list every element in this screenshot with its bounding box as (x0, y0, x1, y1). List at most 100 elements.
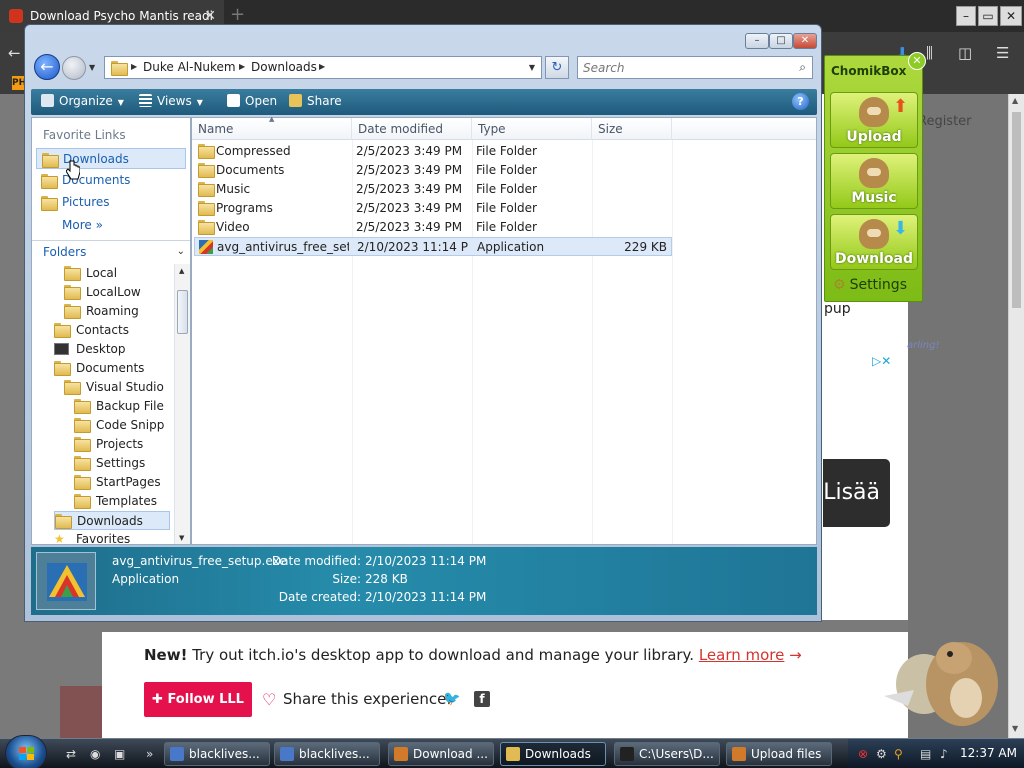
explorer-close-button[interactable]: ✕ (793, 33, 817, 49)
column-date-modified[interactable]: Date modified (352, 118, 472, 140)
explorer-minimize-button[interactable]: – (745, 33, 769, 49)
taskbar-button[interactable]: Upload files (726, 742, 832, 766)
network-icon[interactable]: ▤ (920, 747, 931, 761)
taskbar-button[interactable]: Download ... (388, 742, 494, 766)
organize-button[interactable]: Organize ▼ (41, 94, 124, 108)
tree-node[interactable]: Documents (54, 359, 170, 378)
sidebar-icon[interactable]: ◫ (958, 44, 972, 62)
search-icon[interactable]: ⌕ (799, 60, 806, 75)
chevron-right-icon[interactable]: ▶ (239, 62, 245, 71)
ad-choices-icon[interactable]: ▷✕ (872, 354, 891, 368)
tree-node[interactable]: Local (64, 264, 170, 283)
learn-more-link[interactable]: Learn more (699, 646, 785, 664)
partial-link[interactable]: arling! (907, 340, 940, 351)
tree-node[interactable]: Backup File (74, 397, 170, 416)
browser-maximize-button[interactable]: ▭ (978, 6, 998, 26)
tree-node[interactable]: StartPages (74, 473, 170, 492)
tree-node[interactable]: Contacts (54, 321, 170, 340)
start-button[interactable] (5, 735, 47, 768)
library-icon[interactable]: ⫼ (926, 44, 933, 62)
search-icon[interactable]: ⚲ (894, 747, 903, 761)
clock[interactable]: 12:37 AM (960, 746, 1017, 760)
favorite-documents[interactable]: Documents (36, 170, 186, 191)
scroll-up-icon[interactable]: ▲ (1012, 96, 1018, 105)
search-input[interactable]: Search ⌕ (577, 56, 813, 79)
register-link[interactable]: Register (918, 114, 973, 132)
tree-node[interactable]: Code Snipp (74, 416, 170, 435)
browser-close-button[interactable]: ✕ (1000, 6, 1022, 26)
tree-scroll-thumb[interactable] (177, 290, 188, 334)
refresh-icon[interactable]: ↻ (545, 56, 569, 79)
facebook-icon[interactable]: f (474, 691, 490, 707)
back-arrow-icon[interactable]: ← (34, 54, 60, 80)
tree-node[interactable]: ★ Favorites (54, 530, 170, 546)
scroll-thumb[interactable] (1012, 112, 1021, 308)
help-icon[interactable]: ? (792, 93, 809, 110)
favorite-downloads[interactable]: Downloads (36, 148, 186, 169)
file-row[interactable]: Documents 2/5/2023 3:49 PM File Folder (194, 161, 672, 180)
chomikbox-close-icon[interactable]: ✕ (908, 52, 926, 70)
chomik-upload-button[interactable]: ⬆ Upload (830, 92, 918, 148)
scroll-down-icon[interactable]: ▼ (1012, 724, 1018, 733)
chevron-right-icon[interactable]: ▶ (319, 62, 325, 71)
volume-icon[interactable]: ♪ (940, 747, 948, 761)
address-bar[interactable]: ▶ Duke Al-Nukem ▶ Downloads ▶ ▼ (104, 56, 542, 79)
chomik-music-button[interactable]: Music (830, 153, 918, 209)
chevron-down-icon[interactable]: ⌄ (177, 241, 185, 263)
column-name[interactable]: Name (192, 118, 352, 140)
column-type[interactable]: Type (472, 118, 592, 140)
explorer-maximize-button[interactable]: □ (769, 33, 793, 49)
twitter-icon[interactable]: 🐦 (443, 691, 460, 707)
browser-back-icon[interactable]: ← (8, 44, 21, 62)
more-links-button[interactable]: More » (62, 218, 103, 232)
show-desktop-icon[interactable]: ▣ (114, 747, 125, 761)
file-row[interactable]: Programs 2/5/2023 3:49 PM File Folder (194, 199, 672, 218)
tree-node[interactable]: Roaming (64, 302, 170, 321)
views-button[interactable]: Views ▼ (139, 94, 203, 108)
scroll-up-icon[interactable]: ▲ (179, 267, 184, 275)
address-dropdown-icon[interactable]: ▼ (529, 63, 535, 72)
tray-icon[interactable]: ⚙ (876, 747, 887, 761)
history-dropdown-icon[interactable]: ▼ (89, 63, 95, 72)
tree-scrollbar[interactable]: ▲ ▼ (174, 264, 190, 544)
ad-more-button[interactable]: Lisää (823, 459, 890, 527)
share-button[interactable]: Share (289, 94, 342, 108)
quicklaunch-more-icon[interactable]: » (146, 747, 153, 761)
browser-minimize-button[interactable]: – (956, 6, 976, 26)
tree-node[interactable]: Templates (74, 492, 170, 511)
file-row[interactable]: Music 2/5/2023 3:49 PM File Folder (194, 180, 672, 199)
share-icon (289, 94, 302, 107)
quicklaunch-icon[interactable]: ◉ (90, 747, 100, 761)
scroll-down-icon[interactable]: ▼ (179, 534, 184, 542)
forward-arrow-icon[interactable] (62, 56, 86, 80)
menu-icon[interactable]: ☰ (996, 44, 1009, 62)
open-button[interactable]: Open (227, 94, 277, 108)
tree-node[interactable]: Settings (74, 454, 170, 473)
page-scrollbar[interactable]: ▲ ▼ (1008, 94, 1024, 740)
chomik-settings-button[interactable]: ⚙ Settings (833, 277, 907, 293)
breadcrumb-user[interactable]: Duke Al-Nukem (143, 60, 236, 74)
tree-node[interactable]: Downloads (54, 511, 170, 530)
folders-heading[interactable]: Folders ⌄ (32, 240, 190, 262)
file-row[interactable]: Compressed 2/5/2023 3:49 PM File Folder (194, 142, 672, 161)
quicklaunch-icon[interactable]: ⇄ (66, 747, 76, 761)
security-alert-icon[interactable]: ⊗ (858, 747, 868, 761)
follow-button[interactable]: ✚ Follow LLL (144, 682, 252, 717)
taskbar-button[interactable]: C:\Users\D... (614, 742, 720, 766)
column-size[interactable]: Size (592, 118, 672, 140)
tree-node[interactable]: Projects (74, 435, 170, 454)
taskbar-button[interactable]: blacklives... (164, 742, 270, 766)
tree-node[interactable]: Desktop (54, 340, 170, 359)
breadcrumb-downloads[interactable]: Downloads (251, 60, 317, 74)
taskbar-button-label: Upload files (751, 747, 822, 761)
favorite-pictures[interactable]: Pictures (36, 192, 186, 213)
file-row-selected[interactable]: avg_antivirus_free_setu... 2/10/2023 11:1… (194, 237, 672, 256)
new-tab-button[interactable]: + (230, 4, 245, 25)
tree-node[interactable]: Visual Studio (64, 378, 170, 397)
chevron-right-icon[interactable]: ▶ (131, 62, 137, 71)
chomik-download-button[interactable]: ⬇ Download (830, 214, 918, 270)
taskbar-button[interactable]: Downloads (500, 742, 606, 766)
taskbar-button[interactable]: blacklives... (274, 742, 380, 766)
file-row[interactable]: Video 2/5/2023 3:49 PM File Folder (194, 218, 672, 237)
tree-node[interactable]: LocalLow (64, 283, 170, 302)
